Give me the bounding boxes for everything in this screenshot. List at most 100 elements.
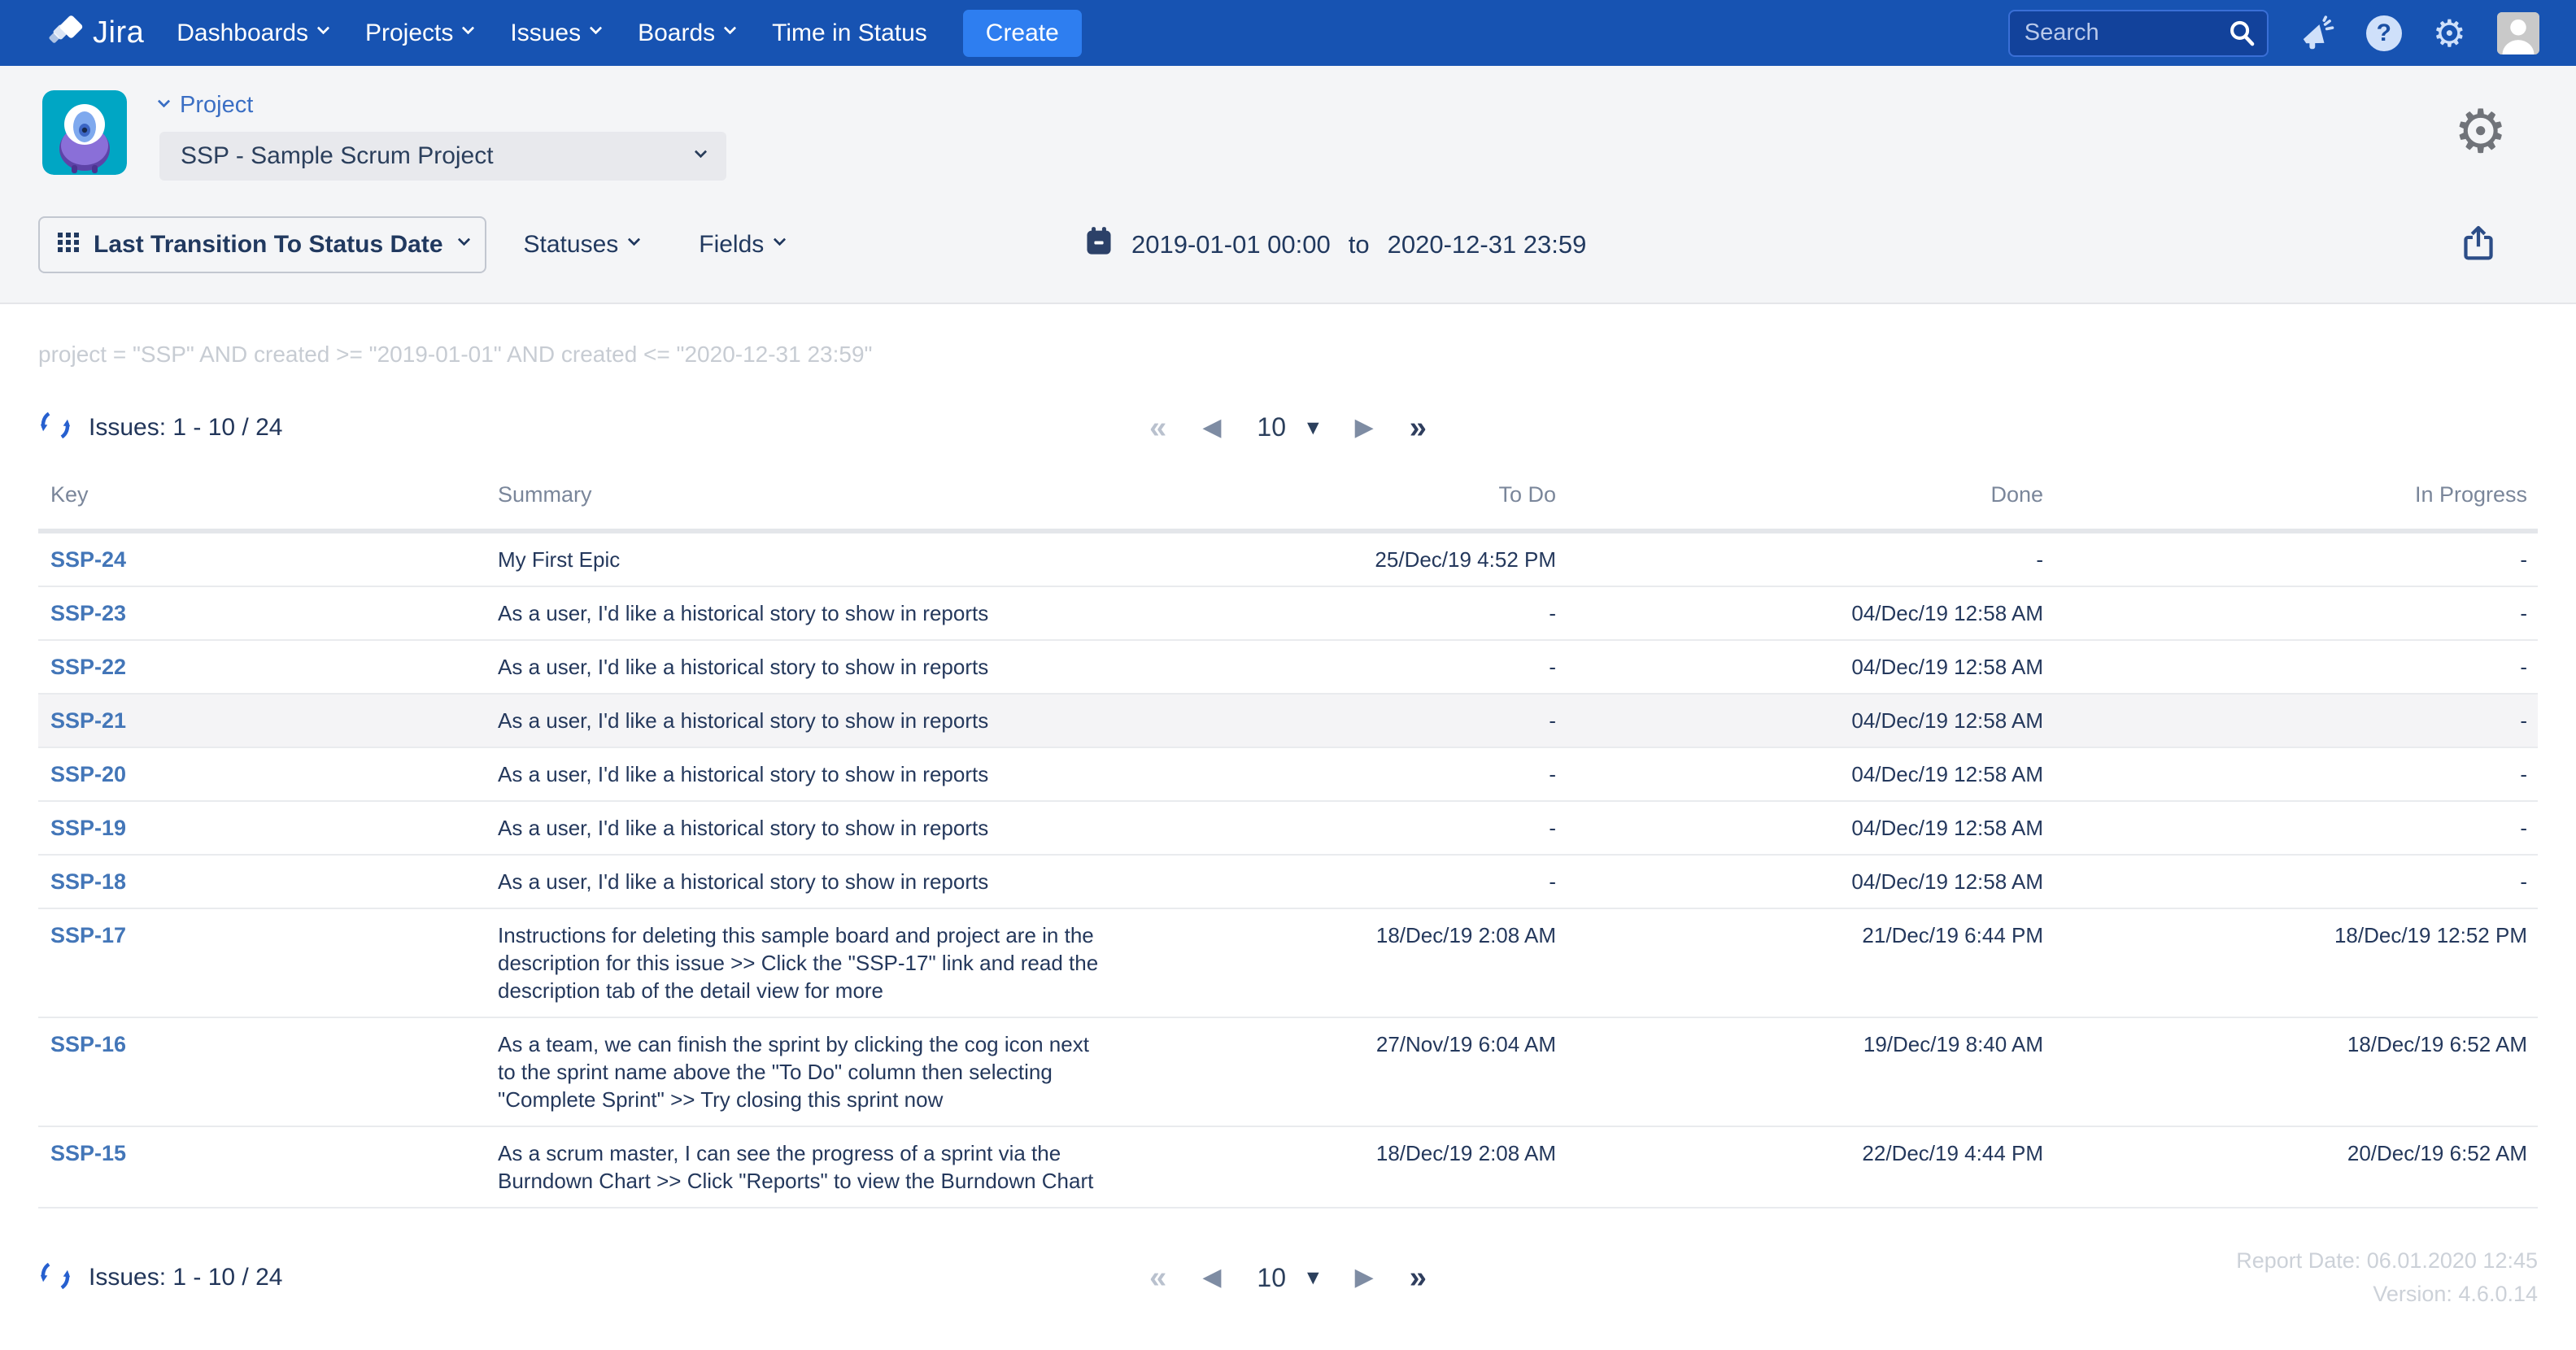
issue-key-link[interactable]: SSP-17: [50, 923, 126, 947]
inprogress-date: -: [2043, 707, 2527, 734]
inprogress-date: -: [2043, 599, 2527, 627]
pagination-next-button[interactable]: ▶: [1355, 416, 1374, 440]
help-icon[interactable]: ?: [2366, 15, 2402, 51]
done-date: 04/Dec/19 12:58 AM: [1556, 707, 2043, 734]
export-icon[interactable]: [2460, 224, 2497, 267]
table-row: SSP-18 As a user, I'd like a historical …: [38, 856, 2538, 909]
table-header-row: Key Summary To Do Done In Progress: [38, 482, 2538, 533]
pagination-last-button[interactable]: »: [1410, 1262, 1427, 1293]
nav-item-label: Projects: [365, 20, 453, 47]
nav-item-boards[interactable]: Boards: [638, 20, 734, 47]
pagination-prev-button[interactable]: ◀: [1202, 416, 1221, 440]
search-icon[interactable]: [2226, 18, 2257, 53]
pagination-bottom: « ◀ 10 ▼ ▶ »: [1149, 1262, 1427, 1293]
column-header-done: Done: [1556, 482, 2043, 507]
todo-date: -: [1149, 814, 1556, 842]
inprogress-date: -: [2043, 814, 2527, 842]
report-settings-gear-icon[interactable]: ⚙: [2454, 102, 2508, 162]
todo-date: -: [1149, 760, 1556, 788]
issue-summary: As a user, I'd like a historical story t…: [498, 760, 1132, 788]
issue-summary: My First Epic: [498, 546, 1132, 573]
refresh-icon[interactable]: [38, 1259, 72, 1297]
issue-key-link[interactable]: SSP-21: [50, 708, 126, 733]
issue-key-link[interactable]: SSP-20: [50, 762, 126, 786]
done-date: 04/Dec/19 12:58 AM: [1556, 868, 2043, 895]
column-header-key: Key: [50, 482, 498, 507]
chevron-down-icon: [158, 94, 171, 107]
issue-key-link[interactable]: SSP-18: [50, 869, 126, 894]
user-avatar[interactable]: [2497, 12, 2539, 54]
issue-summary: As a team, we can finish the sprint by c…: [498, 1030, 1132, 1113]
inprogress-date: 18/Dec/19 6:52 AM: [2043, 1030, 2527, 1058]
issue-key-link[interactable]: SSP-15: [50, 1141, 126, 1165]
pagination-first-button[interactable]: «: [1149, 412, 1166, 443]
pagination-first-button[interactable]: «: [1149, 1262, 1166, 1293]
chevron-down-icon: [590, 22, 603, 35]
columns-grid-icon: [56, 229, 81, 260]
table-row: SSP-15 As a scrum master, I can see the …: [38, 1127, 2538, 1208]
todo-date: 18/Dec/19 2:08 AM: [1149, 921, 1556, 949]
column-header-todo: To Do: [1149, 482, 1556, 507]
inprogress-date: 18/Dec/19 12:52 PM: [2043, 921, 2527, 949]
top-nav: Jira Dashboards Projects Issues Boards T…: [0, 0, 2576, 66]
report-date: Report Date: 06.01.2020 12:45: [1427, 1244, 2538, 1278]
project-select[interactable]: SSP - Sample Scrum Project: [159, 132, 726, 181]
project-label[interactable]: Project: [159, 92, 726, 119]
pagination-prev-button[interactable]: ◀: [1202, 1265, 1221, 1290]
issue-key-link[interactable]: SSP-16: [50, 1032, 126, 1056]
todo-date: 18/Dec/19 2:08 AM: [1149, 1139, 1556, 1167]
pagination-next-button[interactable]: ▶: [1355, 1265, 1374, 1290]
feedback-megaphone-icon[interactable]: [2299, 15, 2335, 51]
caret-down-icon: ▼: [1307, 1269, 1319, 1287]
chevron-down-icon: [774, 233, 787, 246]
page-size-select[interactable]: 10 ▼: [1257, 412, 1319, 442]
statuses-label: Statuses: [524, 231, 619, 259]
issues-count-group: Issues: 1 - 10 / 24: [38, 408, 1149, 446]
brand-name: Jira: [93, 15, 144, 50]
page-size-value: 10: [1257, 412, 1286, 442]
issue-key-link[interactable]: SSP-24: [50, 547, 126, 572]
todo-date: -: [1149, 868, 1556, 895]
issue-key-link[interactable]: SSP-23: [50, 601, 126, 625]
nav-item-projects[interactable]: Projects: [365, 20, 473, 47]
done-date: 04/Dec/19 12:58 AM: [1556, 760, 2043, 788]
issue-summary: As a user, I'd like a historical story t…: [498, 653, 1132, 681]
todo-date: -: [1149, 653, 1556, 681]
fields-dropdown[interactable]: Fields: [699, 231, 784, 259]
page-size-value: 10: [1257, 1263, 1286, 1293]
issues-table: Key Summary To Do Done In Progress SSP-2…: [38, 482, 2538, 1208]
calendar-icon: [1084, 226, 1114, 263]
date-range-picker[interactable]: 2019-01-01 00:00 to 2020-12-31 23:59: [1084, 226, 1586, 263]
done-date: 22/Dec/19 4:44 PM: [1556, 1139, 2043, 1167]
issue-key-link[interactable]: SSP-22: [50, 655, 126, 679]
date-from: 2019-01-01 00:00: [1131, 230, 1331, 259]
nav-item-time-in-status[interactable]: Time in Status: [772, 20, 927, 47]
statuses-dropdown[interactable]: Statuses: [524, 231, 639, 259]
issue-key-link[interactable]: SSP-19: [50, 816, 126, 840]
table-row: SSP-24 My First Epic 25/Dec/19 4:52 PM -…: [38, 533, 2538, 587]
nav-item-issues[interactable]: Issues: [510, 20, 600, 47]
refresh-icon[interactable]: [38, 408, 72, 446]
nav-item-label: Dashboards: [177, 20, 308, 47]
table-row: SSP-20 As a user, I'd like a historical …: [38, 748, 2538, 802]
todo-date: -: [1149, 599, 1556, 627]
table-row: SSP-17 Instructions for deleting this sa…: [38, 909, 2538, 1018]
report-version: Version: 4.6.0.14: [1427, 1278, 2538, 1311]
pagination-last-button[interactable]: »: [1410, 412, 1427, 443]
column-header-summary: Summary: [498, 482, 1149, 507]
issues-count-group-bottom: Issues: 1 - 10 / 24: [38, 1259, 1149, 1297]
fields-label: Fields: [699, 231, 764, 259]
nav-item-dashboards[interactable]: Dashboards: [177, 20, 328, 47]
report-type-button[interactable]: Last Transition To Status Date: [38, 216, 486, 273]
inprogress-date: -: [2043, 546, 2527, 573]
done-date: 04/Dec/19 12:58 AM: [1556, 599, 2043, 627]
chevron-down-icon: [628, 233, 641, 246]
create-button[interactable]: Create: [963, 10, 1082, 57]
nav-settings-gear-icon[interactable]: ⚙: [2433, 15, 2466, 52]
jira-logo[interactable]: Jira: [47, 12, 144, 54]
chevron-down-icon: [462, 22, 475, 35]
date-separator: to: [1349, 230, 1370, 259]
jira-logo-icon: [47, 12, 85, 54]
jql-query-text: project = "SSP" AND created >= "2019-01-…: [0, 342, 2576, 368]
page-size-select[interactable]: 10 ▼: [1257, 1263, 1319, 1293]
